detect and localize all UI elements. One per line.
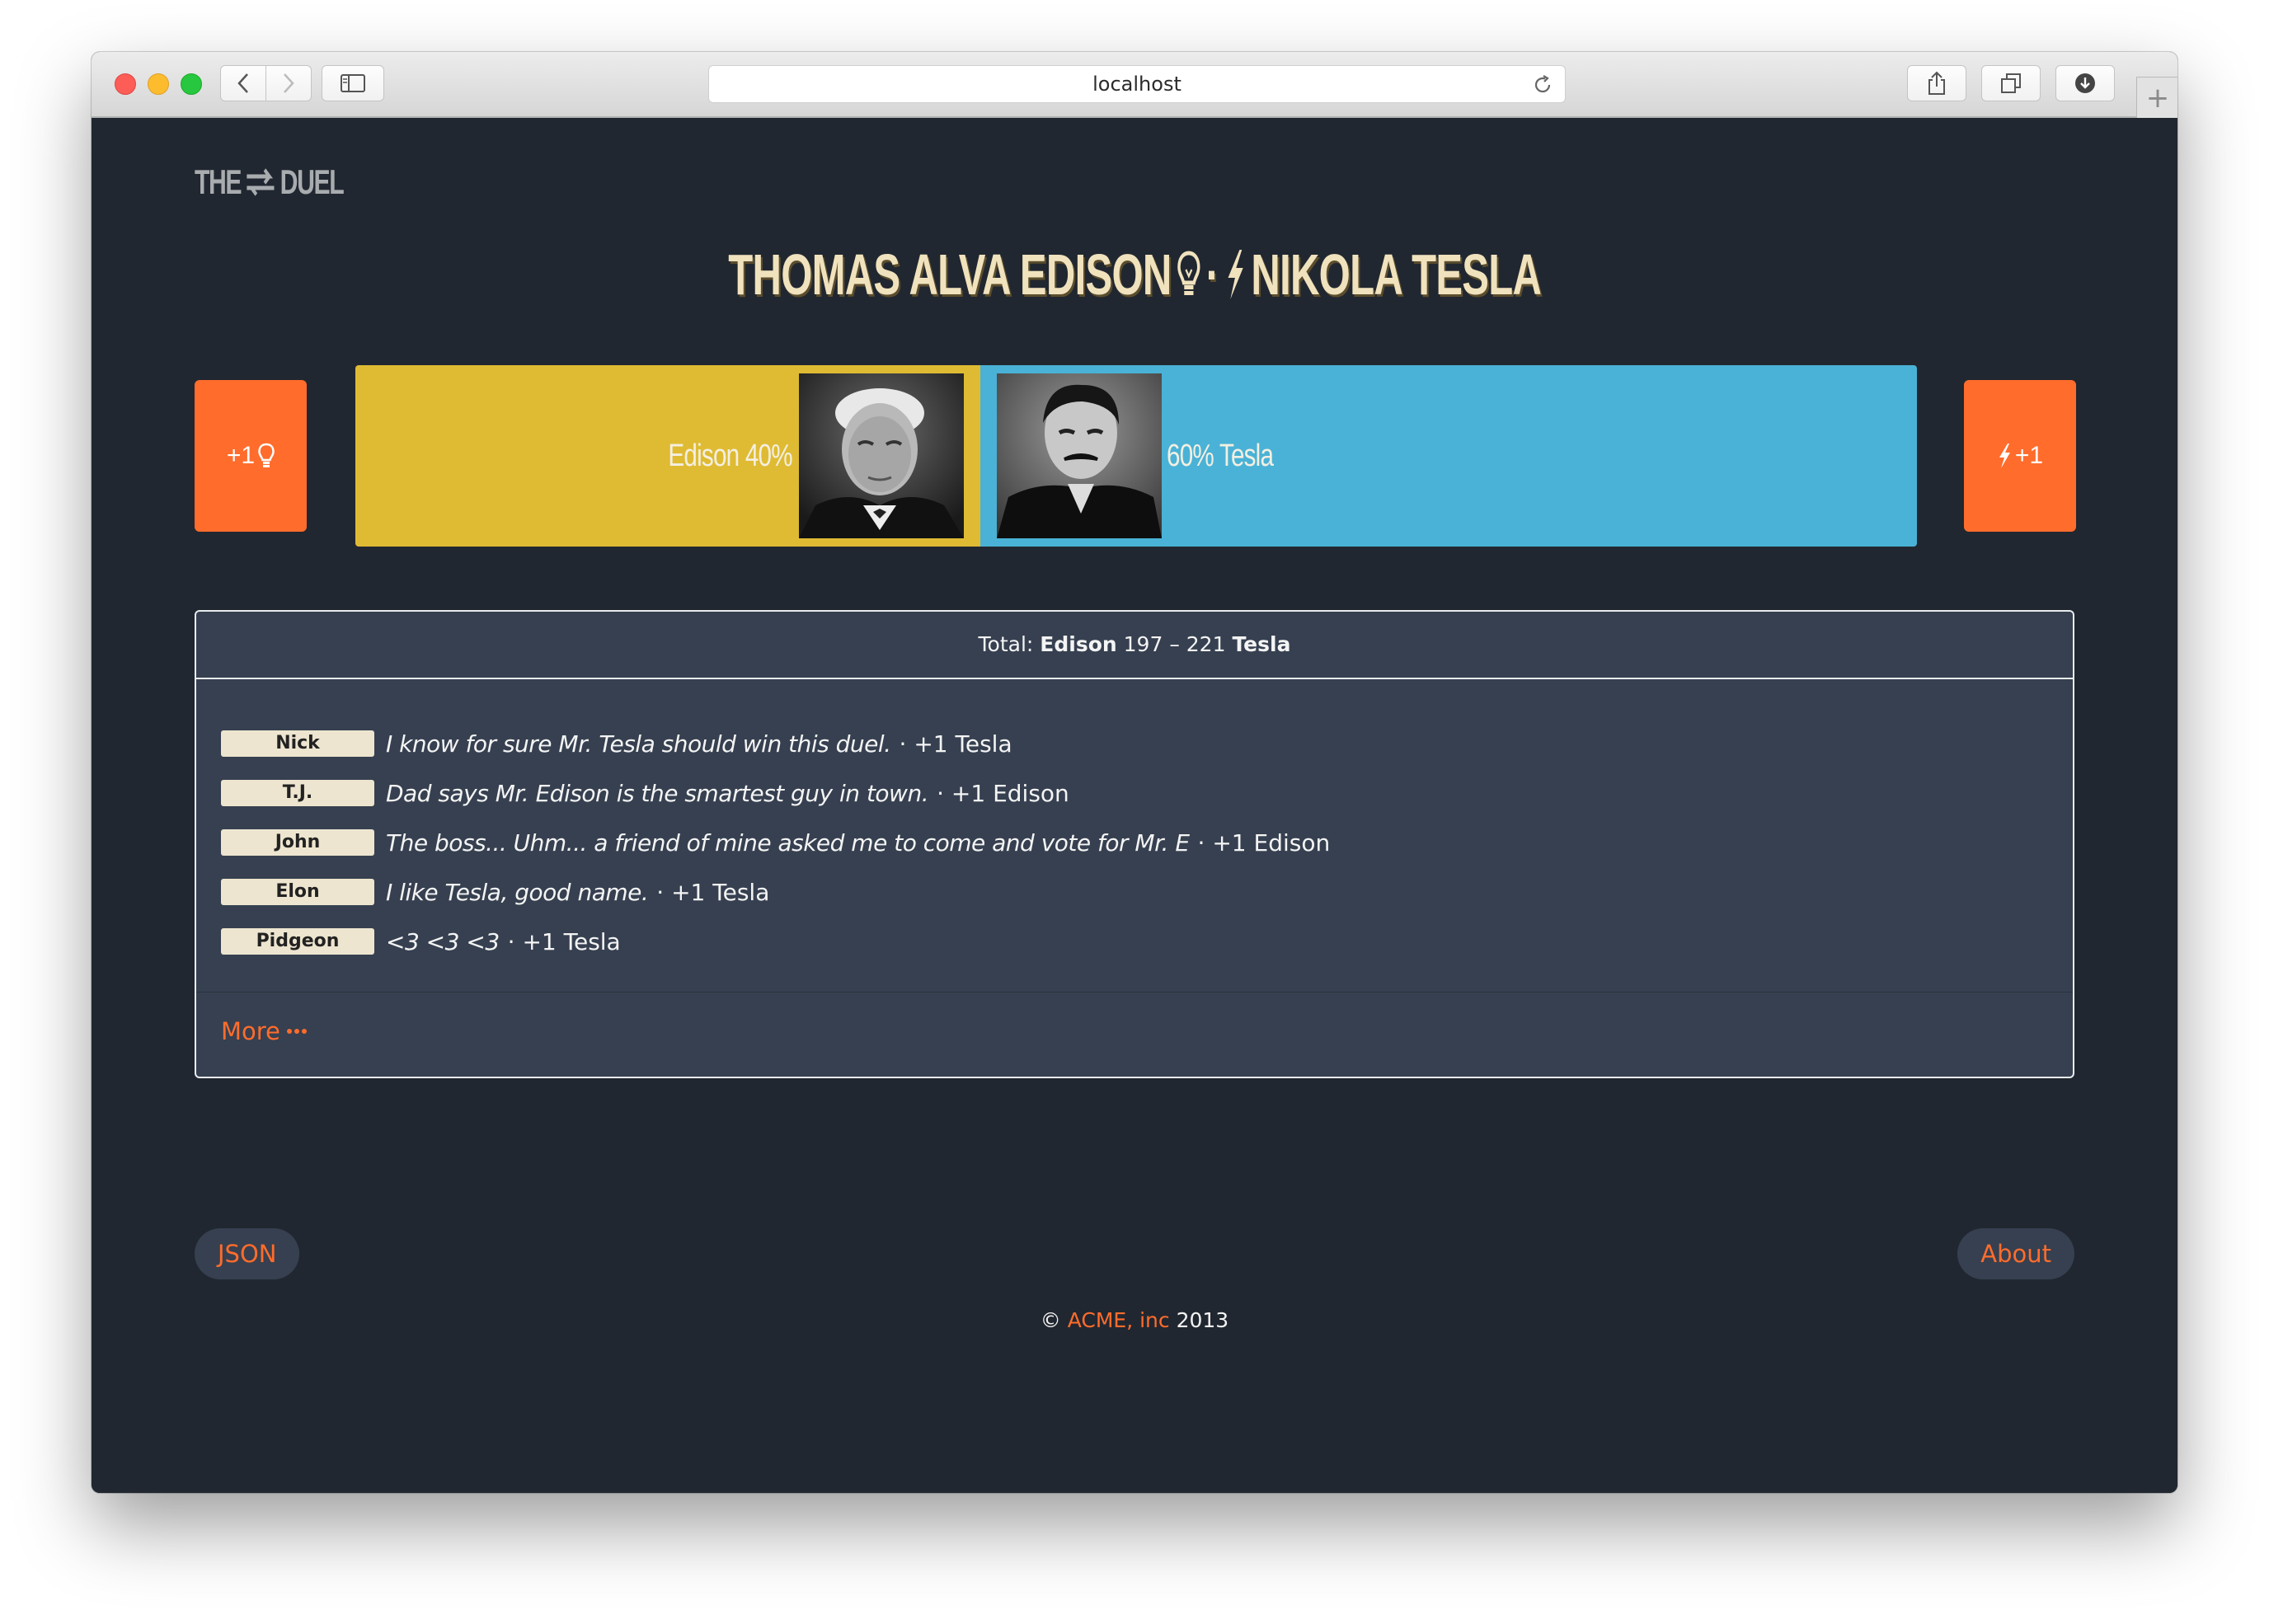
vote-choice: · +1 Edison: [937, 779, 1069, 807]
ellipsis-icon: [286, 1029, 307, 1034]
voter-name-badge: T.J.: [221, 780, 374, 806]
vote-choice: · +1 Tesla: [899, 730, 1012, 758]
chevron-left-icon: [237, 73, 248, 93]
title-tesla: NIKOLA TESLA: [1251, 242, 1542, 307]
votes-panel: Total: Edison 197 – 221 Tesla Nick I kno…: [195, 610, 2074, 1078]
vote-tesla-label: +1: [2014, 442, 2044, 469]
panel-footer: More: [196, 992, 2073, 1077]
vote-comment: <3 <3 <3: [386, 927, 500, 955]
close-window-button[interactable]: [115, 73, 136, 95]
url-text: localhost: [1092, 73, 1181, 96]
vote-comment: The boss... Uhm... a friend of mine aske…: [386, 828, 1190, 857]
zoom-window-button[interactable]: [181, 73, 202, 95]
score-bar: Edison 40% 60% Tesla: [355, 365, 1917, 547]
tabs-icon: [2001, 73, 2021, 93]
reload-icon[interactable]: [1532, 74, 1553, 96]
logo-left-text: THE: [195, 162, 242, 201]
company-link[interactable]: ACME, inc: [1068, 1308, 1170, 1332]
tesla-percentage: 60% Tesla: [1166, 439, 1274, 473]
swap-arrows-icon: [247, 168, 275, 196]
list-item: John The boss... Uhm... a friend of mine…: [221, 818, 1330, 867]
totals-edison-name: Edison: [1040, 632, 1117, 656]
vote-comment: I know for sure Mr. Tesla should win thi…: [386, 730, 891, 758]
lightning-bolt-icon: [1999, 444, 2010, 468]
title-separator: ·: [1205, 242, 1219, 307]
sidebar-toggle-button[interactable]: [322, 65, 384, 101]
page: THE DUEL THOMAS ALVA EDISON · NIKOLA TES…: [92, 118, 2177, 1493]
share-button[interactable]: [1907, 65, 1966, 101]
logo[interactable]: THE DUEL: [195, 162, 345, 202]
totals-tesla-name: Tesla: [1232, 632, 1291, 656]
logo-right-text: DUEL: [280, 162, 345, 201]
title-edison: THOMAS ALVA EDISON: [728, 242, 1172, 307]
chevron-right-icon: [284, 73, 294, 93]
voter-name-badge: Nick: [221, 730, 374, 757]
show-tabs-button[interactable]: [1981, 65, 2041, 101]
tesla-score-bar: 60% Tesla: [979, 365, 1917, 547]
more-link[interactable]: More: [221, 1017, 307, 1045]
plus-icon: +: [2145, 82, 2170, 115]
download-icon: [2075, 73, 2095, 93]
new-tab-button[interactable]: +: [2136, 77, 2177, 119]
vote-tesla-button[interactable]: +1: [1964, 380, 2076, 532]
back-button[interactable]: [220, 65, 266, 101]
address-bar[interactable]: localhost: [708, 65, 1566, 103]
totals-header: Total: Edison 197 – 221 Tesla: [196, 612, 2073, 679]
about-link[interactable]: About: [1957, 1228, 2074, 1279]
lightbulb-icon: [1177, 251, 1200, 295]
voter-name-badge: Pidgeon: [221, 928, 374, 955]
browser-toolbar: localhost +: [92, 52, 2177, 119]
list-item: Pidgeon <3 <3 <3 · +1 Tesla: [221, 917, 1330, 966]
vote-comment: Dad says Mr. Edison is the smartest guy …: [386, 779, 929, 807]
tesla-portrait: [996, 373, 1162, 538]
vote-comment: I like Tesla, good name.: [386, 878, 649, 906]
downloads-button[interactable]: [2055, 65, 2115, 101]
edison-portrait: [798, 373, 964, 538]
sidebar-icon: [341, 74, 365, 92]
forward-button[interactable]: [265, 65, 312, 101]
copyright-year: 2013: [1176, 1308, 1229, 1332]
vote-choice: · +1 Tesla: [507, 927, 621, 955]
voter-name-badge: John: [221, 829, 374, 856]
copyright-symbol: ©: [1040, 1308, 1061, 1332]
totals-prefix: Total:: [978, 632, 1034, 656]
list-item: T.J. Dad says Mr. Edison is the smartest…: [221, 768, 1330, 818]
vote-edison-button[interactable]: +1: [195, 380, 307, 532]
lightbulb-icon: [258, 443, 275, 467]
lightning-bolt-icon: [1228, 250, 1243, 299]
vote-choice: · +1 Tesla: [656, 878, 770, 906]
totals-score: 197 – 221: [1123, 632, 1226, 656]
voter-name-badge: Elon: [221, 879, 374, 905]
page-title: THOMAS ALVA EDISON · NIKOLA TESLA: [92, 242, 2177, 307]
vote-edison-label: +1: [226, 442, 256, 469]
more-link-label: More: [221, 1017, 280, 1045]
json-link[interactable]: JSON: [195, 1228, 300, 1279]
browser-window: localhost + THE DUEL THOMAS ALVA EDISON …: [92, 52, 2177, 1493]
edison-score-bar: Edison 40%: [355, 365, 980, 547]
list-item: Elon I like Tesla, good name. · +1 Tesla: [221, 867, 1330, 917]
edison-percentage: Edison 40%: [668, 439, 792, 473]
vote-choice: · +1 Edison: [1197, 828, 1331, 857]
copyright-footer: © ACME, inc 2013: [92, 1308, 2177, 1332]
minimize-window-button[interactable]: [148, 73, 169, 95]
share-icon: [1928, 71, 1945, 95]
vote-list: Nick I know for sure Mr. Tesla should wi…: [221, 719, 1330, 966]
list-item: Nick I know for sure Mr. Tesla should wi…: [221, 719, 1330, 768]
